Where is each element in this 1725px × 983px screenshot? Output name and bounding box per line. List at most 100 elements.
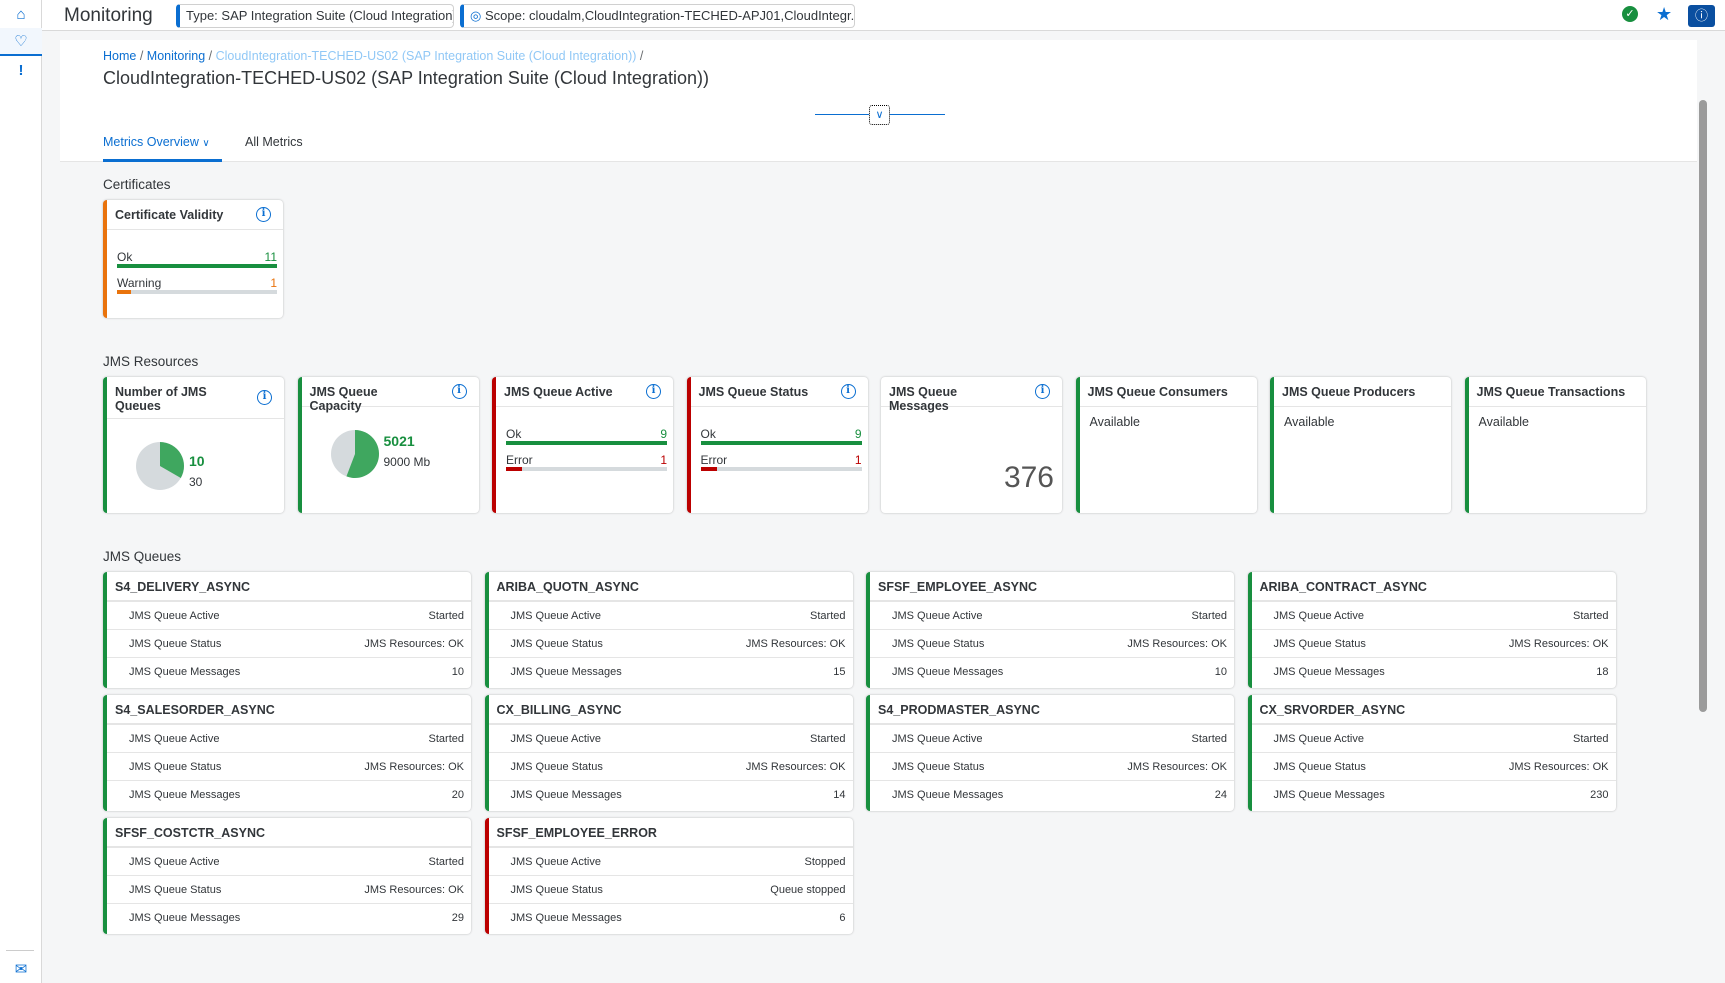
jms-queue-card[interactable]: S4_PRODMASTER_ASYNC JMS Queue Active Start… bbox=[866, 695, 1234, 811]
jms-queue-active-card[interactable]: JMS Queue Active i Ok 9 Error 1 bbox=[492, 377, 673, 513]
jms-queue-card[interactable]: SFSF_COSTCTR_ASYNC JMS Queue Active Starte… bbox=[103, 818, 471, 934]
metric-value: Started bbox=[1573, 609, 1609, 622]
jms-queue-card[interactable]: SFSF_EMPLOYEE_ERROR JMS Queue Active Stopp… bbox=[484, 818, 853, 934]
bar-row-ok: Ok 9 bbox=[700, 421, 862, 447]
info-icon[interactable]: ⓘ bbox=[1688, 5, 1715, 27]
favorite-star-icon[interactable]: ★ bbox=[1656, 4, 1672, 25]
jms-queue-card[interactable]: SFSF_EMPLOYEE_ASYNC JMS Queue Active Start… bbox=[866, 572, 1234, 688]
metric-label: JMS Queue Status bbox=[129, 760, 222, 773]
card-header: JMS Queue Producers bbox=[1274, 377, 1451, 407]
home-icon[interactable]: ⌂ bbox=[0, 0, 42, 28]
info-icon[interactable]: i bbox=[646, 384, 661, 399]
breadcrumb-home[interactable]: Home bbox=[103, 49, 136, 63]
metric-label: JMS Queue Messages bbox=[1273, 666, 1385, 678]
metric-value: 10 bbox=[451, 666, 464, 678]
metric-label: JMS Queue Messages bbox=[510, 789, 622, 801]
bar-label: Ok bbox=[700, 427, 716, 441]
metric-label: JMS Queue Messages bbox=[129, 666, 241, 678]
tab-metrics-overview[interactable]: Metrics Overview ∨ bbox=[103, 135, 222, 162]
bar-track bbox=[117, 290, 277, 294]
metric-value: 29 bbox=[451, 912, 464, 924]
bar-value: 9 bbox=[660, 427, 667, 441]
jms-queue-producers-card[interactable]: JMS Queue Producers Available bbox=[1270, 377, 1451, 513]
queue-metric-row: JMS Queue Active Started bbox=[488, 725, 853, 753]
metric-value: Queue stopped bbox=[770, 883, 846, 896]
bar-row-error: Error 1 bbox=[506, 447, 667, 473]
metric-value: 10 bbox=[1214, 666, 1227, 678]
breadcrumb-current[interactable]: CloudIntegration-TECHED-US02 (SAP Integr… bbox=[216, 49, 637, 63]
jms-queue-card[interactable]: CX_SRVORDER_ASYNC JMS Queue Active Started… bbox=[1247, 695, 1616, 811]
queue-name: S4_PRODMASTER_ASYNC bbox=[870, 695, 1234, 725]
tab-all-metrics[interactable]: All Metrics bbox=[245, 135, 303, 149]
metric-value: 15 bbox=[833, 666, 846, 678]
bar-value: 1 bbox=[270, 276, 277, 290]
certificate-validity-card[interactable]: Certificate Validity i Ok 11 Warning 1 bbox=[103, 200, 283, 318]
metric-label: JMS Queue Messages bbox=[129, 912, 241, 924]
info-icon[interactable]: i bbox=[1035, 384, 1050, 399]
chevron-down-icon: ∨ bbox=[202, 138, 210, 149]
card-title: JMS Queue Producers bbox=[1282, 385, 1416, 399]
metric-value: Started bbox=[1191, 609, 1227, 622]
metric-label: JMS Queue Status bbox=[1273, 637, 1366, 650]
metric-label: JMS Queue Status bbox=[510, 637, 603, 650]
app-title: Monitoring bbox=[64, 5, 153, 26]
metric-value: 376 bbox=[1003, 461, 1054, 494]
jms-queue-card[interactable]: ARIBA_QUOTN_ASYNC JMS Queue Active Started… bbox=[484, 572, 853, 688]
queue-metric-row: JMS Queue Status JMS Resources: OK bbox=[870, 630, 1234, 658]
breadcrumb-separator: / bbox=[139, 49, 144, 63]
queue-metric-row: JMS Queue Status JMS Resources: OK bbox=[107, 630, 471, 658]
mail-icon[interactable]: ✉ bbox=[0, 955, 42, 983]
card-title: Number of JMS Queues bbox=[115, 385, 207, 413]
queue-name: S4_DELIVERY_ASYNC bbox=[107, 572, 471, 602]
metric-value: 20 bbox=[451, 789, 464, 801]
tab-label: Metrics Overview bbox=[103, 135, 199, 149]
jms-queue-transactions-card[interactable]: JMS Queue Transactions Available bbox=[1464, 377, 1646, 513]
number-of-jms-queues-card[interactable]: Number of JMS Queues i 10 30 bbox=[103, 377, 284, 513]
metric-value: Started bbox=[1191, 732, 1227, 745]
info-icon[interactable]: i bbox=[256, 207, 271, 222]
divider bbox=[6, 950, 34, 951]
queue-metric-row: JMS Queue Active Started bbox=[107, 602, 471, 630]
metric-value: Stopped bbox=[804, 855, 846, 868]
bar-fill bbox=[117, 264, 277, 268]
availability-text: Available bbox=[1284, 415, 1335, 429]
metric-label: JMS Queue Status bbox=[1273, 760, 1366, 773]
metric-label: JMS Queue Active bbox=[892, 732, 983, 745]
collapse-header-button[interactable]: ∨ bbox=[869, 105, 890, 125]
queue-metric-row: JMS Queue Active Started bbox=[107, 725, 471, 753]
bar-track bbox=[700, 467, 862, 471]
jms-queue-card[interactable]: ARIBA_CONTRACT_ASYNC JMS Queue Active Star… bbox=[1247, 572, 1616, 688]
metric-value: JMS Resources: OK bbox=[745, 760, 846, 773]
jms-queue-messages-card[interactable]: JMS Queue Messages i 376 bbox=[881, 377, 1062, 513]
section-title-certificates: Certificates bbox=[103, 177, 171, 192]
alert-icon[interactable]: ! bbox=[0, 56, 42, 84]
bar-track bbox=[700, 441, 862, 445]
metric-label: JMS Queue Status bbox=[510, 883, 603, 896]
type-filter-token[interactable]: Type: SAP Integration Suite (Cloud Integ… bbox=[176, 4, 454, 28]
monitoring-icon[interactable]: ♡ bbox=[0, 28, 42, 56]
section-title-jms-resources: JMS Resources bbox=[103, 354, 199, 369]
pie-total: 9000 Mb bbox=[383, 455, 431, 469]
bar-label: Warning bbox=[117, 276, 162, 290]
jms-queue-status-card[interactable]: JMS Queue Status i Ok 9 Error 1 bbox=[686, 377, 868, 513]
scope-icon: ◎ bbox=[470, 8, 485, 23]
jms-queue-capacity-card[interactable]: JMS Queue Capacity i 5021 9000 Mb bbox=[297, 377, 479, 513]
jms-queue-card[interactable]: S4_SALESORDER_ASYNC JMS Queue Active Start… bbox=[103, 695, 471, 811]
metric-value: JMS Resources: OK bbox=[1127, 760, 1227, 773]
jms-queue-consumers-card[interactable]: JMS Queue Consumers Available bbox=[1075, 377, 1257, 513]
breadcrumb-monitoring[interactable]: Monitoring bbox=[147, 49, 205, 63]
queue-metric-row: JMS Queue Messages 24 bbox=[870, 781, 1234, 809]
metric-value: JMS Resources: OK bbox=[1508, 637, 1609, 650]
scope-filter-token[interactable]: ◎ Scope: cloudalm,CloudIntegration-TECHE… bbox=[460, 4, 855, 28]
bar-fill bbox=[506, 441, 667, 445]
breadcrumb: Home / Monitoring / CloudIntegration-TEC… bbox=[103, 49, 643, 63]
status-ok-icon[interactable]: ✓ bbox=[1622, 6, 1638, 22]
info-icon[interactable]: i bbox=[840, 384, 856, 399]
scrollbar[interactable] bbox=[1699, 100, 1707, 712]
page-title: CloudIntegration-TECHED-US02 (SAP Integr… bbox=[103, 68, 709, 88]
card-header: JMS Queue Messages i bbox=[881, 377, 1062, 413]
jms-queue-card[interactable]: S4_DELIVERY_ASYNC JMS Queue Active Started… bbox=[103, 572, 471, 688]
jms-queue-card[interactable]: CX_BILLING_ASYNC JMS Queue Active Started J… bbox=[484, 695, 853, 811]
info-icon[interactable]: i bbox=[451, 384, 467, 399]
info-icon[interactable]: i bbox=[257, 390, 272, 405]
